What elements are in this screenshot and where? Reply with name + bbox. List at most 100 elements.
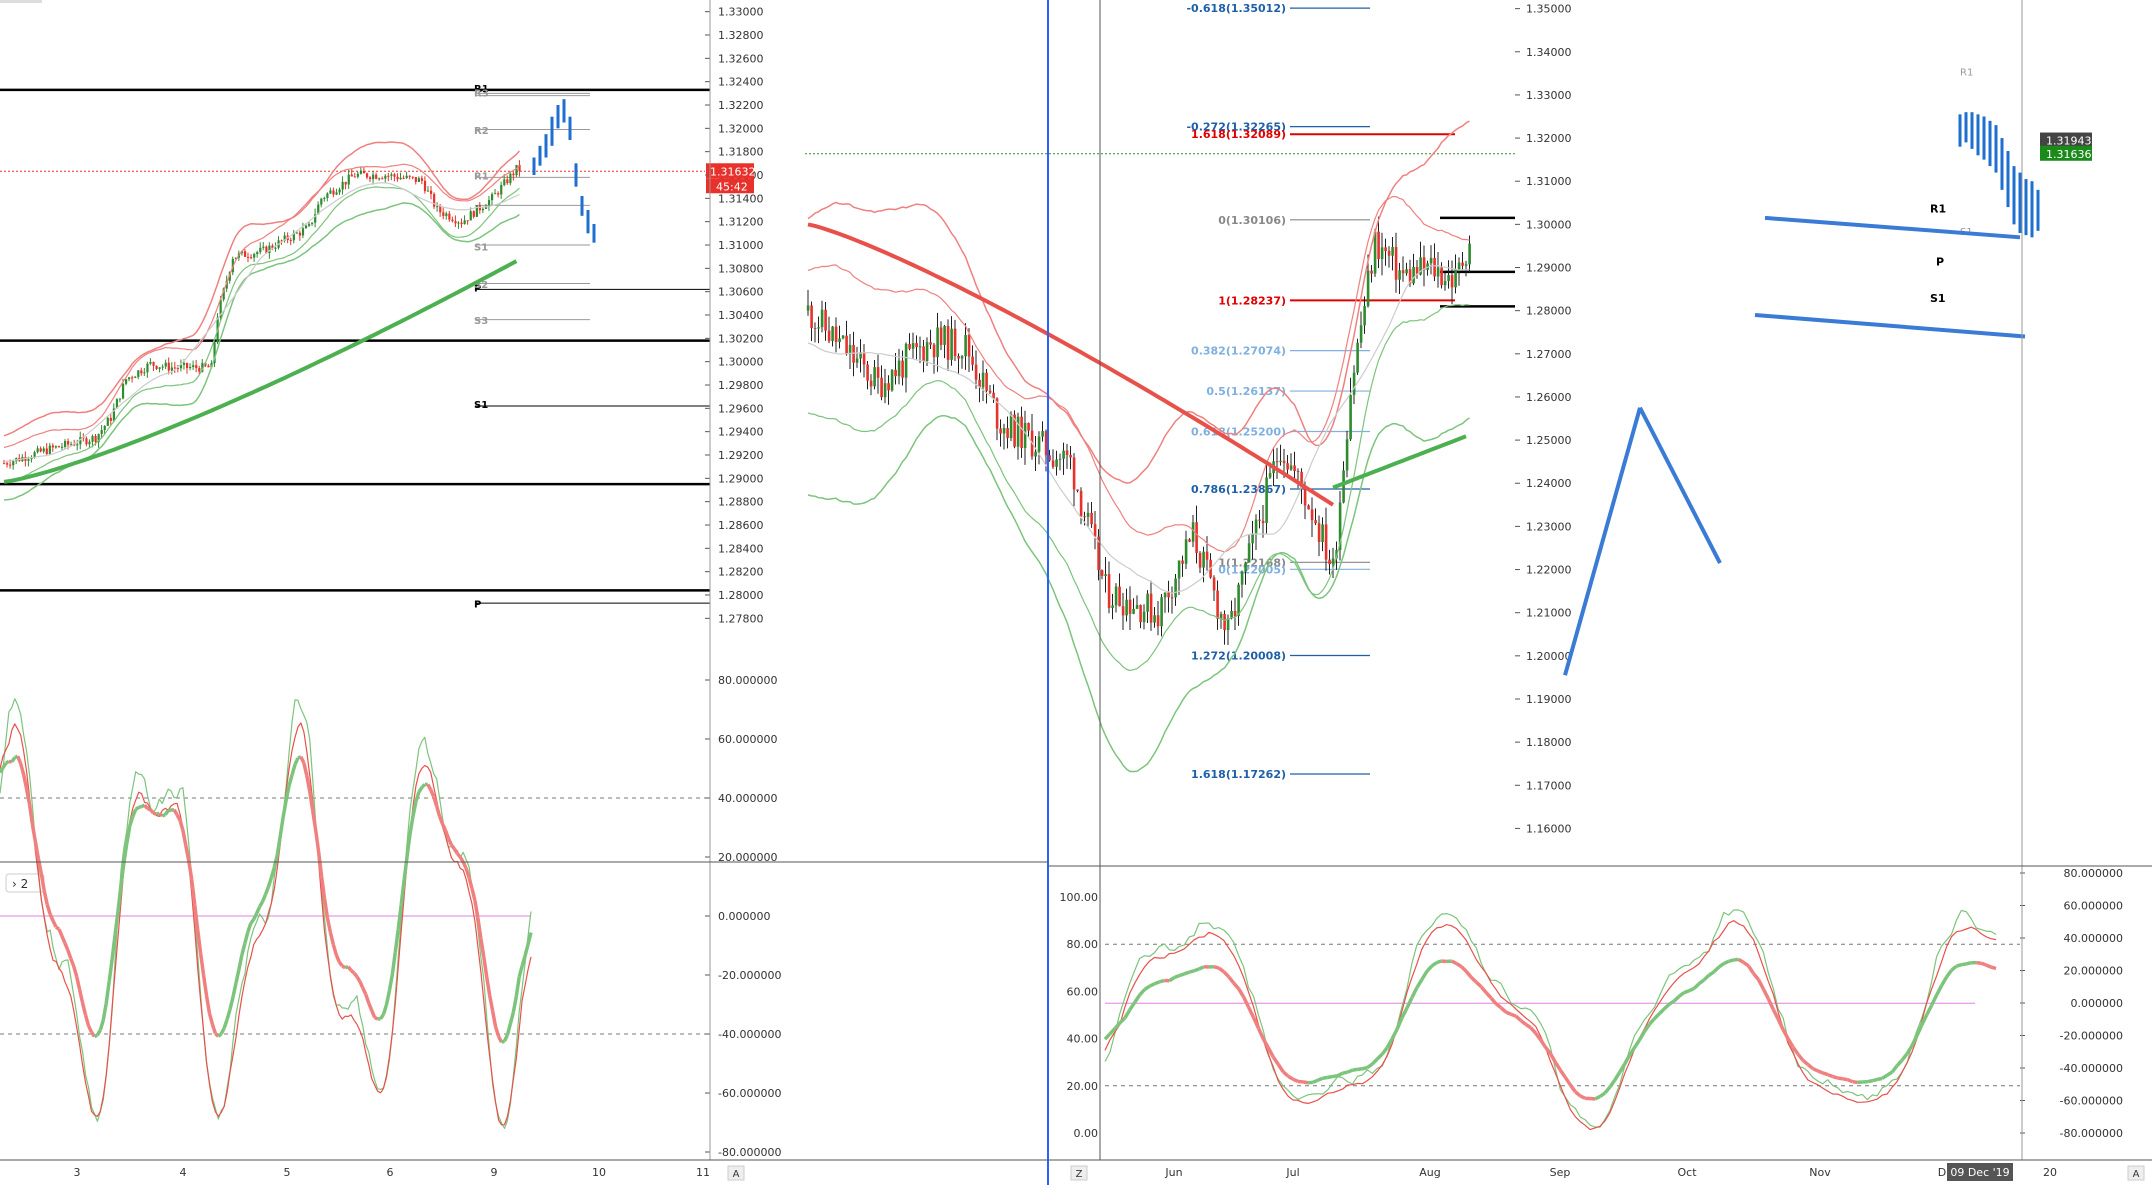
osc-thick-segment	[1684, 991, 1689, 993]
candle-body	[1395, 247, 1398, 280]
left-price-pane[interactable]: 1.330001.328001.326001.324001.322001.320…	[0, 6, 764, 1180]
candle-body	[1038, 437, 1041, 452]
candle-body	[964, 335, 967, 356]
osc-thick-segment	[1947, 970, 1952, 977]
osc-right-label: 60.000000	[2064, 900, 2124, 913]
osc-thick-segment	[381, 1014, 384, 1018]
osc-thick-segment	[47, 905, 50, 915]
osc-thick-segment	[1966, 963, 1971, 964]
candle-body	[165, 363, 167, 367]
osc-thick-segment	[1372, 1059, 1377, 1064]
osc-thick-segment	[1338, 1073, 1343, 1076]
price-label: 1.29800	[718, 379, 764, 392]
left-oscillator-pane[interactable]: 80.00000060.00000040.00000020.0000000.00…	[0, 674, 781, 1159]
osc-thick-segment	[472, 889, 475, 901]
candle-body	[454, 221, 456, 223]
candle-body	[143, 372, 145, 373]
candle-body	[1020, 417, 1023, 448]
candle-body	[1293, 465, 1296, 471]
osc-thick-segment	[437, 806, 440, 816]
candle-body	[1080, 491, 1083, 516]
osc-thick-segment	[1956, 965, 1961, 966]
time-label: 9	[491, 1166, 498, 1179]
candle-body	[195, 365, 197, 368]
price-label: 1.28400	[718, 542, 764, 555]
candle-body	[27, 459, 29, 461]
osc-axis-label: 80.000000	[718, 674, 778, 687]
osc-thick-segment	[354, 973, 357, 977]
osc-slow-red	[1105, 921, 1996, 1130]
pivot-label: P	[1936, 255, 1944, 268]
candle-body	[305, 226, 307, 229]
osc-thick-segment	[21, 763, 24, 774]
osc-thick-segment	[71, 958, 74, 966]
candle-body	[384, 176, 386, 179]
candle-body	[55, 446, 57, 447]
osc-thick-segment	[325, 898, 328, 918]
osc-thick-segment	[1694, 984, 1699, 989]
osc-thick-segment	[150, 810, 153, 813]
osc-thick-segment	[109, 960, 112, 982]
candle-body	[430, 191, 432, 194]
osc-thick-segment	[1382, 1048, 1387, 1054]
candle-body	[1241, 572, 1244, 585]
candle-body	[326, 193, 328, 198]
right-oscillator-pane[interactable]: 100.0080.0060.0040.0020.000.0080.0000006…	[1060, 867, 2124, 1140]
candle-body	[302, 228, 304, 235]
candle-body	[494, 193, 496, 194]
candle-body	[439, 206, 441, 212]
osc-thick-segment	[1640, 1031, 1645, 1039]
osc-thick-segment	[1763, 989, 1768, 999]
candle-body	[1146, 594, 1149, 612]
price-label: 1.33000	[718, 6, 764, 19]
osc-right-label: 40.000000	[2064, 932, 2124, 945]
price-label: 1.17000	[1526, 779, 1572, 792]
pivot-label: R3	[474, 89, 489, 100]
candle-body	[975, 365, 978, 380]
osc-thick-segment	[404, 856, 407, 879]
osc-thick-segment	[1516, 1016, 1521, 1020]
osc-thick-segment	[1674, 996, 1679, 1001]
osc-thick-segment	[248, 923, 251, 932]
candle-body	[1003, 428, 1006, 433]
osc-thick-segment	[1937, 986, 1942, 995]
osc-thick-segment	[1654, 1014, 1659, 1019]
candle-body	[156, 366, 158, 369]
osc-left-label: 100.00	[1060, 891, 1099, 904]
candle-body	[91, 436, 93, 442]
osc-thick-segment	[1560, 1070, 1565, 1077]
candle-body	[905, 344, 908, 378]
osc-thick-segment	[89, 1026, 92, 1032]
osc-thick-segment	[1456, 963, 1461, 966]
osc-thick-segment	[1580, 1096, 1585, 1098]
time-label: Jun	[1164, 1166, 1182, 1179]
osc-thick-segment	[1749, 966, 1754, 974]
osc-thick-segment	[1461, 967, 1466, 972]
candle-body	[1468, 244, 1471, 265]
osc-thick-segment	[1729, 960, 1734, 961]
candle-body	[1073, 457, 1076, 489]
candle-body	[342, 182, 344, 190]
price-label: 1.27000	[1526, 348, 1572, 361]
candle-body	[929, 342, 932, 344]
charts-svg[interactable]: 1.330001.328001.326001.324001.322001.320…	[0, 0, 2152, 1185]
chart-workspace[interactable]: 1.330001.328001.326001.324001.322001.320…	[0, 0, 2152, 1185]
fib-label: -0.618(1.35012)	[1186, 2, 1286, 15]
osc-thick-segment	[6, 761, 9, 763]
fib-label: 1.272(1.20008)	[1191, 649, 1286, 662]
osc-thick-segment	[1417, 980, 1422, 988]
osc-thick-segment	[162, 815, 165, 816]
osc-thick-segment	[74, 966, 77, 976]
right-price-pane[interactable]: 1.350001.340001.330001.320001.310001.300…	[805, 2, 2144, 1181]
osc-left-label: 40.00	[1067, 1033, 1099, 1046]
candle-body	[1160, 597, 1163, 626]
candle-body	[1283, 461, 1286, 463]
candle-body	[491, 194, 493, 200]
candle-body	[1034, 452, 1037, 457]
osc-thick-segment	[198, 929, 201, 953]
candle-body	[1118, 587, 1121, 607]
candle-body	[915, 343, 918, 347]
price-label: 1.30000	[1526, 218, 1572, 231]
osc-thick-segment	[1437, 961, 1442, 963]
osc-thick-segment	[1184, 972, 1189, 974]
